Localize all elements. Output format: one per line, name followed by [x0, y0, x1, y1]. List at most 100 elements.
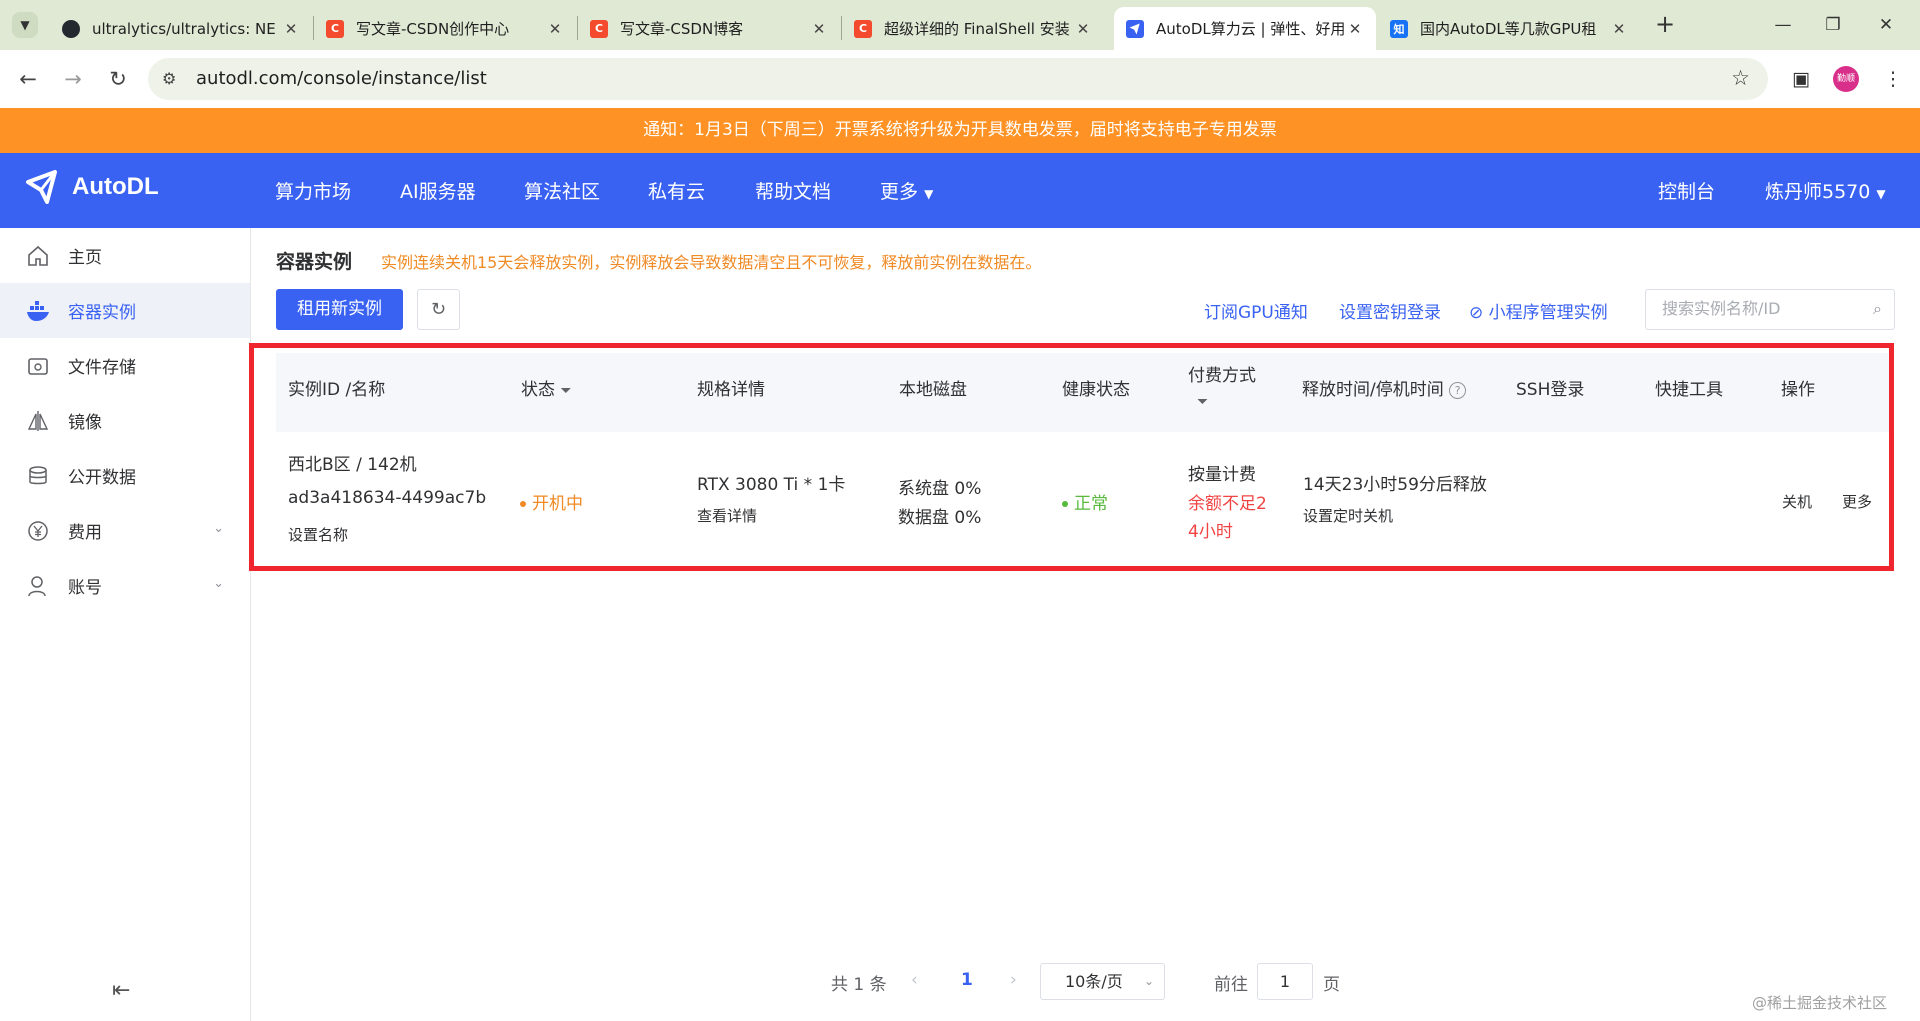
sidebar-item-label: 容器实例	[68, 303, 136, 323]
goto-prefix: 前往	[1214, 975, 1248, 995]
side-panel-icon[interactable]: ▣	[1786, 64, 1816, 94]
sidebar: 主页 容器实例 文件存储 镜像 公开数据 费用 ⌄ 账号 ⌄ ⇤	[0, 228, 251, 1021]
storage-icon	[26, 354, 50, 378]
sidebar-item-label: 公开数据	[68, 468, 136, 488]
nav-algorithm-community[interactable]: 算法社区	[524, 177, 600, 204]
page-size-select[interactable]: 10条/页 ⌄	[1040, 963, 1165, 1000]
minimize-icon[interactable]: —	[1763, 10, 1803, 40]
subscribe-gpu-link[interactable]: 订阅GPU通知	[1204, 298, 1308, 323]
total-count: 共 1 条	[831, 975, 887, 995]
profile-avatar[interactable]: 勤顺	[1833, 66, 1859, 92]
sidebar-item-label: 镜像	[68, 413, 102, 433]
sidebar-item-containers[interactable]: 容器实例	[0, 283, 250, 338]
chevron-down-icon: ⌄	[213, 576, 224, 591]
nav-more-label: 更多	[880, 181, 919, 203]
browser-toolbar: ← → ↻ ⚙ autodl.com/console/instance/list…	[0, 50, 1920, 108]
nav-private-cloud[interactable]: 私有云	[648, 177, 705, 204]
reload-icon[interactable]: ↻	[103, 64, 133, 94]
back-icon[interactable]: ←	[13, 64, 43, 94]
forward-icon[interactable]: →	[58, 64, 88, 94]
prev-page-icon[interactable]: ‹	[911, 970, 918, 990]
tab-title: 写文章-CSDN创作中心	[356, 20, 510, 38]
yen-icon	[26, 519, 50, 543]
next-page-icon[interactable]: ›	[1010, 970, 1017, 990]
browser-tab-autodl[interactable]: AutoDL算力云 | 弹性、好用 ✕	[1114, 7, 1376, 50]
browser-menu-icon[interactable]: ⋮	[1878, 64, 1908, 94]
nav-console[interactable]: 控制台	[1658, 177, 1715, 204]
nav-more[interactable]: 更多 ▼	[880, 177, 933, 204]
chevron-down-icon: ▼	[924, 187, 934, 201]
goto-page-input[interactable]: 1	[1257, 963, 1313, 1000]
goto-suffix: 页	[1323, 975, 1340, 995]
close-tab-icon[interactable]: ✕	[546, 20, 564, 38]
nav-compute-market[interactable]: 算力市场	[275, 177, 351, 204]
highlight-box	[249, 343, 1894, 571]
link-icon: ⊘	[1469, 303, 1484, 323]
restore-icon[interactable]: ❐	[1813, 10, 1853, 40]
sidebar-item-account[interactable]: 账号 ⌄	[0, 558, 250, 613]
nav-help-docs[interactable]: 帮助文档	[755, 177, 831, 204]
autodl-icon	[1126, 19, 1144, 38]
tab-title: 国内AutoDL等几款GPU租	[1420, 20, 1597, 38]
browser-tab-zhihu[interactable]: 知 国内AutoDL等几款GPU租 ✕	[1378, 7, 1640, 50]
sidebar-item-file-storage[interactable]: 文件存储	[0, 338, 250, 393]
ssh-key-login-link[interactable]: 设置密钥登录	[1339, 298, 1441, 323]
sidebar-item-label: 费用	[68, 523, 102, 543]
bookmark-star-icon[interactable]: ☆	[1731, 66, 1750, 90]
page-size-value: 10条/页	[1065, 972, 1123, 991]
browser-tab-csdn-blog[interactable]: C 写文章-CSDN博客 ✕	[578, 7, 840, 50]
close-tab-icon[interactable]: ✕	[810, 20, 828, 38]
logo-text: AutoDL	[72, 173, 159, 200]
sidebar-item-public-data[interactable]: 公开数据	[0, 448, 250, 503]
browser-tab-csdn-create[interactable]: C 写文章-CSDN创作中心 ✕	[314, 7, 576, 50]
browser-tab-finalshell[interactable]: C 超级详细的 FinalShell 安装 ✕	[842, 7, 1104, 50]
search-input[interactable]	[1662, 299, 1852, 318]
notice-banner: 通知：1月3日（下周三）开票系统将升级为开具数电发票，届时将支持电子专用发票	[0, 108, 1920, 153]
image-icon	[26, 409, 50, 433]
refresh-icon[interactable]: ↻	[417, 289, 460, 330]
watermark: @稀土掘金技术社区	[1752, 994, 1888, 1012]
tab-title: 写文章-CSDN博客	[620, 20, 744, 38]
database-icon	[26, 464, 50, 488]
zhihu-icon: 知	[1390, 19, 1408, 38]
autodl-logo[interactable]: AutoDL	[24, 169, 159, 205]
chevron-down-icon: ▼	[1876, 187, 1886, 201]
close-tab-icon[interactable]: ✕	[1074, 20, 1092, 38]
site-settings-icon[interactable]: ⚙	[162, 69, 176, 88]
container-icon	[26, 299, 50, 323]
sidebar-item-images[interactable]: 镜像	[0, 393, 250, 448]
new-tab-icon[interactable]: +	[1650, 10, 1680, 40]
sidebar-item-label: 主页	[68, 248, 102, 268]
search-icon[interactable]: ⌕	[1873, 299, 1882, 319]
collapse-sidebar-icon[interactable]: ⇤	[112, 978, 130, 1003]
user-icon	[26, 574, 50, 598]
close-tab-icon[interactable]: ✕	[1346, 20, 1364, 38]
tab-title: 超级详细的 FinalShell 安装	[884, 20, 1070, 38]
window-close-icon[interactable]: ✕	[1866, 10, 1906, 40]
tab-search-icon[interactable]: ▼	[12, 12, 38, 38]
sidebar-item-billing[interactable]: 费用 ⌄	[0, 503, 250, 558]
sidebar-item-label: 账号	[68, 578, 102, 598]
sidebar-item-home[interactable]: 主页	[0, 228, 250, 283]
autodl-logo-icon	[26, 170, 57, 204]
address-bar[interactable]: ⚙ autodl.com/console/instance/list ☆	[148, 58, 1768, 100]
close-tab-icon[interactable]: ✕	[1610, 20, 1628, 38]
chevron-down-icon: ⌄	[1143, 974, 1154, 988]
browser-tab-strip: ▼ ultralytics/ultralytics: NE ✕ C 写文章-CS…	[0, 0, 1920, 50]
nav-ai-server[interactable]: AI服务器	[400, 177, 476, 204]
csdn-icon: C	[326, 19, 344, 38]
username: 炼丹师5570	[1765, 181, 1871, 203]
user-menu[interactable]: 炼丹师5570 ▼	[1765, 177, 1886, 204]
url-text[interactable]: autodl.com/console/instance/list	[196, 68, 487, 89]
tab-title: ultralytics/ultralytics: NE	[92, 19, 276, 38]
page-number-current[interactable]: 1	[961, 970, 973, 990]
tab-title: AutoDL算力云 | 弹性、好用	[1156, 20, 1346, 38]
mini-program-link[interactable]: ⊘ 小程序管理实例	[1469, 298, 1608, 323]
sidebar-item-label: 文件存储	[68, 358, 136, 378]
rent-new-instance-button[interactable]: 租用新实例	[276, 289, 403, 330]
site-header: AutoDL 算力市场 AI服务器 算法社区 私有云 帮助文档 更多 ▼ 控制台…	[0, 153, 1920, 228]
close-tab-icon[interactable]: ✕	[282, 20, 300, 38]
instance-search[interactable]: ⌕	[1645, 289, 1895, 330]
chevron-down-icon: ⌄	[213, 521, 224, 536]
browser-tab-github[interactable]: ultralytics/ultralytics: NE ✕	[50, 7, 312, 50]
